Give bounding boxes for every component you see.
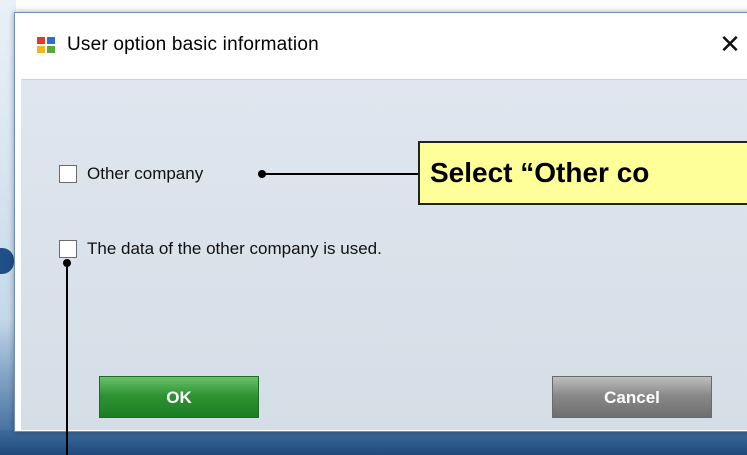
- annotation-overlay: [63, 170, 418, 455]
- instruction-callout: Select “Other co: [418, 141, 747, 205]
